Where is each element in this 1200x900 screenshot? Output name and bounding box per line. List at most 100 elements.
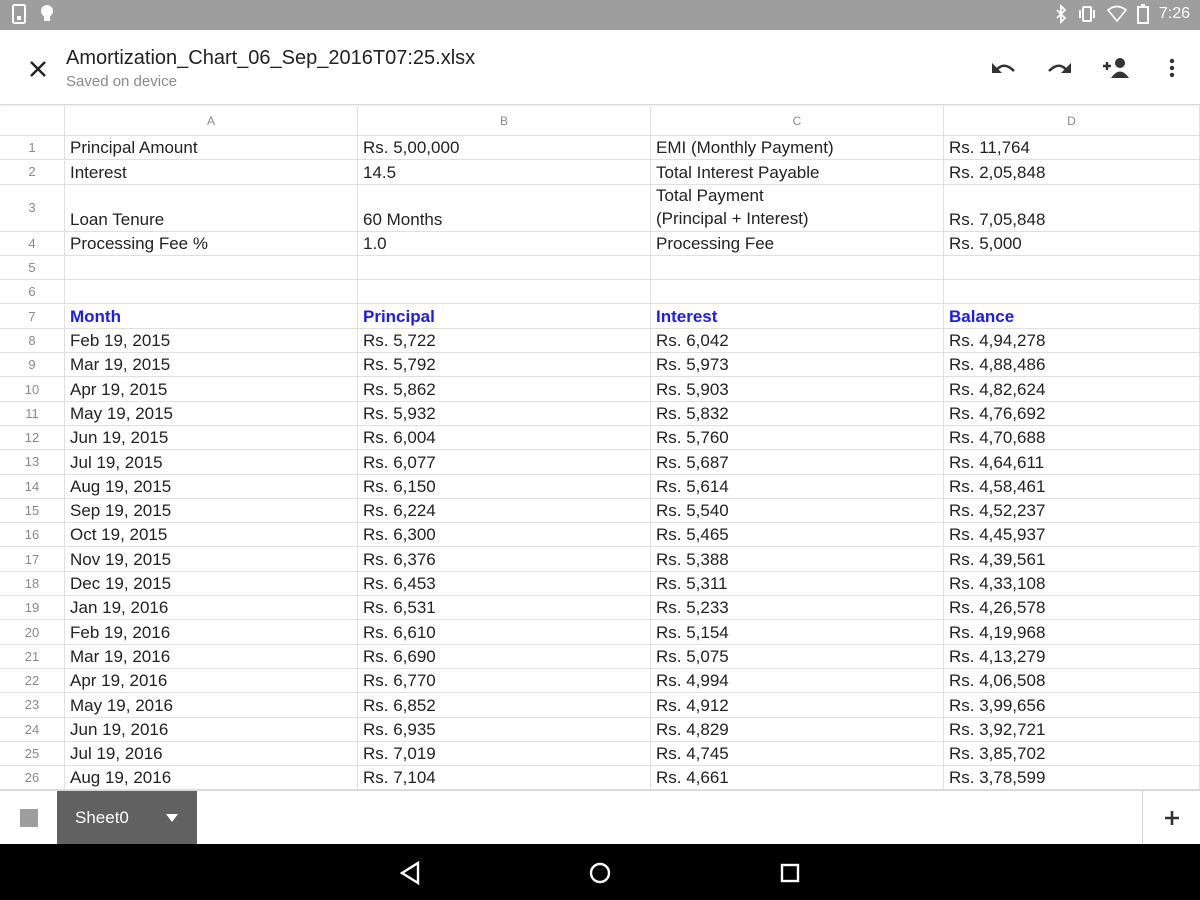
cell-a15[interactable]: Sep 19, 2015: [65, 498, 358, 524]
cell-d22[interactable]: Rs. 4,06,508: [944, 669, 1200, 694]
cell-b16[interactable]: Rs. 6,300: [358, 523, 651, 548]
cell-b20[interactable]: Rs. 6,610: [358, 620, 651, 645]
cell-a26[interactable]: Aug 19, 2016: [65, 766, 358, 790]
cell-c23[interactable]: Rs. 4,912: [651, 693, 944, 718]
cell-b21[interactable]: Rs. 6,690: [358, 644, 651, 669]
cell-b10[interactable]: Rs. 5,862: [358, 377, 651, 402]
recents-button[interactable]: [775, 858, 805, 888]
cell-d23[interactable]: Rs. 3,99,656: [944, 693, 1200, 718]
cell-a6[interactable]: [65, 280, 358, 305]
row-header[interactable]: 18: [0, 571, 65, 597]
back-button[interactable]: [395, 858, 425, 888]
undo-button[interactable]: [985, 52, 1021, 84]
cell-a2[interactable]: Interest: [65, 160, 358, 185]
cell-a9[interactable]: Mar 19, 2015: [65, 353, 358, 378]
cell-d16[interactable]: Rs. 4,45,937: [944, 523, 1200, 548]
cell-b13[interactable]: Rs. 6,077: [358, 450, 651, 475]
cell-d15[interactable]: Rs. 4,52,237: [944, 498, 1200, 524]
column-header-d[interactable]: D: [944, 106, 1200, 136]
cell-c14[interactable]: Rs. 5,614: [651, 474, 944, 499]
column-header-c[interactable]: C: [651, 106, 944, 136]
cell-c21[interactable]: Rs. 5,075: [651, 644, 944, 669]
cell-d25[interactable]: Rs. 3,85,702: [944, 741, 1200, 767]
cell-d13[interactable]: Rs. 4,64,611: [944, 450, 1200, 475]
cell-c22[interactable]: Rs. 4,994: [651, 669, 944, 694]
cell-c18[interactable]: Rs. 5,311: [651, 571, 944, 597]
sheets-list-button[interactable]: [0, 791, 57, 845]
cell-d6[interactable]: [944, 280, 1200, 305]
row-header[interactable]: 20: [0, 620, 65, 645]
cell-d3[interactable]: Rs. 7,05,848: [944, 184, 1200, 232]
chevron-down-icon[interactable]: [165, 813, 179, 823]
cell-b26[interactable]: Rs. 7,104: [358, 766, 651, 790]
cell-b22[interactable]: Rs. 6,770: [358, 669, 651, 694]
cell-a8[interactable]: Feb 19, 2015: [65, 328, 358, 354]
cell-d20[interactable]: Rs. 4,19,968: [944, 620, 1200, 645]
cell-c12[interactable]: Rs. 5,760: [651, 426, 944, 451]
cell-b12[interactable]: Rs. 6,004: [358, 426, 651, 451]
cell-b24[interactable]: Rs. 6,935: [358, 717, 651, 742]
cell-b2[interactable]: 14.5: [358, 160, 651, 185]
cell-b1[interactable]: Rs. 5,00,000: [358, 136, 651, 161]
cell-b9[interactable]: Rs. 5,792: [358, 353, 651, 378]
cell-c3[interactable]: Total Payment (Principal + Interest): [651, 184, 944, 232]
cell-a19[interactable]: Jan 19, 2016: [65, 596, 358, 621]
close-button[interactable]: [22, 53, 54, 85]
cell-a4[interactable]: Processing Fee %: [65, 231, 358, 256]
cell-d10[interactable]: Rs. 4,82,624: [944, 377, 1200, 402]
cell-b15[interactable]: Rs. 6,224: [358, 498, 651, 524]
cell-c2[interactable]: Total Interest Payable: [651, 160, 944, 185]
cell-b6[interactable]: [358, 280, 651, 305]
cell-c8[interactable]: Rs. 6,042: [651, 328, 944, 354]
cell-c25[interactable]: Rs. 4,745: [651, 741, 944, 767]
cell-b3[interactable]: 60 Months: [358, 184, 651, 232]
cell-b23[interactable]: Rs. 6,852: [358, 693, 651, 718]
column-header-a[interactable]: A: [65, 106, 358, 136]
cell-a3[interactable]: Loan Tenure: [65, 184, 358, 232]
cell-c6[interactable]: [651, 280, 944, 305]
row-header[interactable]: 19: [0, 596, 65, 621]
row-header[interactable]: 9: [0, 353, 65, 378]
cell-a10[interactable]: Apr 19, 2015: [65, 377, 358, 402]
row-header[interactable]: 16: [0, 523, 65, 548]
cell-a16[interactable]: Oct 19, 2015: [65, 523, 358, 548]
cell-a1[interactable]: Principal Amount: [65, 136, 358, 161]
cell-c20[interactable]: Rs. 5,154: [651, 620, 944, 645]
cell-a13[interactable]: Jul 19, 2015: [65, 450, 358, 475]
cell-d4[interactable]: Rs. 5,000: [944, 231, 1200, 256]
row-header[interactable]: 14: [0, 474, 65, 499]
cell-d14[interactable]: Rs. 4,58,461: [944, 474, 1200, 499]
row-header[interactable]: 1: [0, 136, 65, 161]
cell-c19[interactable]: Rs. 5,233: [651, 596, 944, 621]
cell-b19[interactable]: Rs. 6,531: [358, 596, 651, 621]
cell-d7[interactable]: Balance: [944, 304, 1200, 329]
cell-c26[interactable]: Rs. 4,661: [651, 766, 944, 790]
cell-d12[interactable]: Rs. 4,70,688: [944, 426, 1200, 451]
cell-c9[interactable]: Rs. 5,973: [651, 353, 944, 378]
home-button[interactable]: [585, 858, 615, 888]
cell-d1[interactable]: Rs. 11,764: [944, 136, 1200, 161]
row-header[interactable]: 4: [0, 231, 65, 256]
cell-d26[interactable]: Rs. 3,78,599: [944, 766, 1200, 790]
cell-c5[interactable]: [651, 255, 944, 281]
cell-d8[interactable]: Rs. 4,94,278: [944, 328, 1200, 354]
cell-b5[interactable]: [358, 255, 651, 281]
cell-c13[interactable]: Rs. 5,687: [651, 450, 944, 475]
cell-d19[interactable]: Rs. 4,26,578: [944, 596, 1200, 621]
cell-c1[interactable]: EMI (Monthly Payment): [651, 136, 944, 161]
cell-c11[interactable]: Rs. 5,832: [651, 401, 944, 426]
cell-b18[interactable]: Rs. 6,453: [358, 571, 651, 597]
cell-c4[interactable]: Processing Fee: [651, 231, 944, 256]
cell-a5[interactable]: [65, 255, 358, 281]
row-header[interactable]: 25: [0, 741, 65, 767]
row-header[interactable]: 10: [0, 377, 65, 402]
cell-b25[interactable]: Rs. 7,019: [358, 741, 651, 767]
row-header[interactable]: 21: [0, 644, 65, 669]
cell-d18[interactable]: Rs. 4,33,108: [944, 571, 1200, 597]
cell-b7[interactable]: Principal: [358, 304, 651, 329]
cell-b14[interactable]: Rs. 6,150: [358, 474, 651, 499]
cell-d21[interactable]: Rs. 4,13,279: [944, 644, 1200, 669]
cell-d11[interactable]: Rs. 4,76,692: [944, 401, 1200, 426]
cell-c17[interactable]: Rs. 5,388: [651, 547, 944, 572]
sheet-tab[interactable]: Sheet0: [57, 791, 197, 845]
